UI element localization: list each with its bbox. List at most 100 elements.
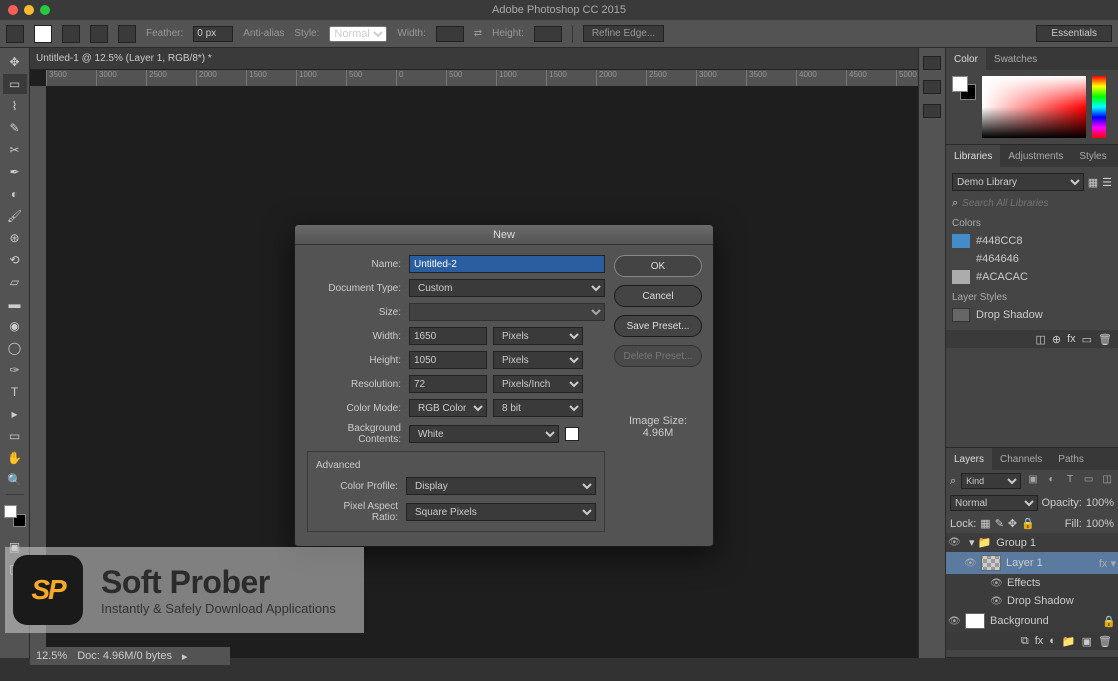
width-input[interactable] <box>409 327 487 345</box>
tab-libraries[interactable]: Libraries <box>946 145 1000 167</box>
healing-tool[interactable]: ◐ <box>3 184 27 204</box>
par-select[interactable]: Square Pixels <box>406 503 596 521</box>
tab-color[interactable]: Color <box>946 48 986 70</box>
fg-bg-color[interactable] <box>4 505 26 527</box>
close-window-button[interactable] <box>8 5 18 15</box>
filter-smart-icon[interactable]: ◫ <box>1100 474 1114 488</box>
library-select[interactable]: Demo Library <box>952 173 1084 191</box>
bgcontents-select[interactable]: White <box>409 425 559 443</box>
zoom-window-button[interactable] <box>40 5 50 15</box>
document-tab[interactable]: Untitled-1 @ 12.5% (Layer 1, RGB/8*) * <box>36 53 212 64</box>
filter-adjust-icon[interactable]: ◐ <box>1045 474 1059 488</box>
eyedropper-tool[interactable]: ✒ <box>3 162 27 182</box>
filter-kind-select[interactable]: Kind <box>961 473 1021 489</box>
layer-fx-icon[interactable]: fx <box>1035 635 1044 647</box>
width-unit-select[interactable]: Pixels <box>493 327 583 345</box>
new-group-icon[interactable]: 📁 <box>1062 635 1076 648</box>
pen-tool[interactable]: ✑ <box>3 360 27 380</box>
visibility-icon[interactable]: 👁 <box>964 558 976 569</box>
history-brush-tool[interactable]: ⟲ <box>3 250 27 270</box>
layer-mask-icon[interactable]: ◐ <box>1049 635 1056 647</box>
filter-image-icon[interactable]: ▣ <box>1026 474 1040 488</box>
doctype-select[interactable]: Custom <box>409 279 605 297</box>
swap-icon[interactable]: ⇄ <box>474 28 482 39</box>
library-search-input[interactable] <box>962 198 1112 209</box>
tab-swatches[interactable]: Swatches <box>986 48 1045 70</box>
marquee-tool[interactable]: ▭ <box>3 74 27 94</box>
resolution-unit-select[interactable]: Pixels/Inch <box>493 375 583 393</box>
lock-pixels-icon[interactable]: ✎ <box>995 517 1004 530</box>
path-select-tool[interactable]: ▸ <box>3 404 27 424</box>
brush-tool[interactable]: 🖌 <box>3 206 27 226</box>
dodge-tool[interactable]: ◯ <box>3 338 27 358</box>
library-color-item[interactable]: #ACACAC <box>952 268 1112 286</box>
zoom-level[interactable]: 12.5% <box>36 650 67 662</box>
tab-paths[interactable]: Paths <box>1050 448 1092 470</box>
lasso-tool[interactable]: ⌇ <box>3 96 27 116</box>
visibility-icon[interactable]: 👁 <box>948 537 960 548</box>
lock-pos-icon[interactable]: ✥ <box>1008 517 1017 530</box>
new-selection-icon[interactable] <box>34 25 52 43</box>
visibility-icon[interactable]: 👁 <box>990 578 1002 589</box>
zoom-tool[interactable]: 🔍 <box>3 470 27 490</box>
dock-icon-1[interactable] <box>923 56 941 70</box>
height-unit-select[interactable]: Pixels <box>493 351 583 369</box>
quick-select-tool[interactable]: ✎ <box>3 118 27 138</box>
eraser-tool[interactable]: ▱ <box>3 272 27 292</box>
lock-all-icon[interactable]: 🔒 <box>1021 517 1035 530</box>
layer-row[interactable]: 👁 Layer 1 fx ▾ <box>946 552 1118 574</box>
link-layers-icon[interactable]: ⧉ <box>1021 635 1029 648</box>
filter-type-icon[interactable]: T <box>1063 474 1077 488</box>
colormode-select[interactable]: RGB Color <box>409 399 487 417</box>
new-layer-icon[interactable]: ▣ <box>1082 635 1092 648</box>
workspace-dropdown[interactable]: Essentials <box>1036 25 1112 42</box>
tab-layers[interactable]: Layers <box>946 448 992 470</box>
layer-row[interactable]: 👁 Background 🔒 <box>946 610 1118 632</box>
feather-input[interactable] <box>193 26 233 42</box>
layer-effect-row[interactable]: 👁 Drop Shadow <box>946 592 1118 610</box>
tab-adjustments[interactable]: Adjustments <box>1000 145 1071 167</box>
dock-icon-3[interactable] <box>923 104 941 118</box>
layer-fx-badge[interactable]: fx ▾ <box>1099 557 1116 570</box>
bg-color-swatch[interactable] <box>565 427 579 441</box>
add-selection-icon[interactable] <box>62 25 80 43</box>
layer-effect-row[interactable]: 👁 Effects <box>946 574 1118 592</box>
hand-tool[interactable]: ✋ <box>3 448 27 468</box>
opacity-value[interactable]: 100% <box>1086 497 1114 509</box>
color-swatch[interactable] <box>952 76 976 100</box>
minimize-window-button[interactable] <box>24 5 34 15</box>
library-color-item[interactable]: #448CC8 <box>952 232 1112 250</box>
lib-icon-2[interactable]: ⊕ <box>1052 333 1061 346</box>
lib-icon-1[interactable]: ◫ <box>1035 333 1045 346</box>
blend-mode-select[interactable]: Normal <box>950 495 1038 511</box>
delete-layer-icon[interactable]: 🗑 <box>1098 635 1112 648</box>
type-tool[interactable]: T <box>3 382 27 402</box>
width-input[interactable] <box>436 26 464 42</box>
save-preset-button[interactable]: Save Preset... <box>614 315 702 337</box>
visibility-icon[interactable]: 👁 <box>948 616 960 627</box>
stamp-tool[interactable]: ⊛ <box>3 228 27 248</box>
fill-value[interactable]: 100% <box>1086 518 1114 530</box>
doc-size[interactable]: Doc: 4.96M/0 bytes <box>77 650 172 662</box>
hue-strip[interactable] <box>1092 76 1106 138</box>
intersect-selection-icon[interactable] <box>118 25 136 43</box>
status-arrow-icon[interactable]: ▸ <box>182 650 188 663</box>
size-select[interactable] <box>409 303 605 321</box>
library-color-item[interactable]: #464646 <box>952 250 1112 268</box>
colordepth-select[interactable]: 8 bit <box>493 399 583 417</box>
tab-channels[interactable]: Channels <box>992 448 1050 470</box>
lib-fx-icon[interactable]: fx <box>1067 333 1076 345</box>
tab-styles[interactable]: Styles <box>1071 145 1114 167</box>
ok-button[interactable]: OK <box>614 255 702 277</box>
name-input[interactable] <box>409 255 605 273</box>
layer-row[interactable]: 👁 ▾ 📁 Group 1 <box>946 533 1118 552</box>
gradient-tool[interactable]: ▬ <box>3 294 27 314</box>
subtract-selection-icon[interactable] <box>90 25 108 43</box>
height-input[interactable] <box>534 26 562 42</box>
style-select[interactable]: Normal <box>329 26 387 42</box>
shape-tool[interactable]: ▭ <box>3 426 27 446</box>
height-input[interactable] <box>409 351 487 369</box>
crop-tool[interactable]: ✂ <box>3 140 27 160</box>
filter-shape-icon[interactable]: ▭ <box>1082 474 1096 488</box>
resolution-input[interactable] <box>409 375 487 393</box>
